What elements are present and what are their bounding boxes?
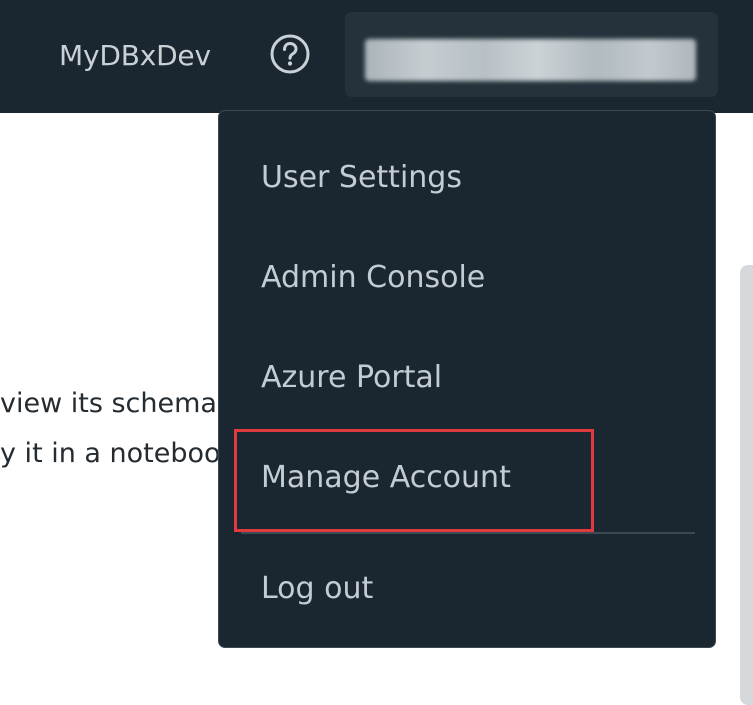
menu-item-user-settings[interactable]: User Settings xyxy=(261,158,462,198)
user-menu-button[interactable] xyxy=(345,12,718,97)
content-text-line-2: y it in a notebook xyxy=(0,438,237,469)
top-bar: MyDBxDev xyxy=(0,0,753,113)
question-circle-icon[interactable] xyxy=(269,33,311,75)
redacted-user-name xyxy=(365,39,696,81)
workspace-name[interactable]: MyDBxDev xyxy=(59,36,211,76)
scrollbar[interactable] xyxy=(740,265,753,705)
menu-divider xyxy=(241,532,695,534)
menu-item-log-out[interactable]: Log out xyxy=(261,569,373,609)
user-dropdown-menu: User Settings Admin Console Azure Portal… xyxy=(218,110,716,648)
content-text-line-1: view its schema xyxy=(0,388,217,419)
menu-item-manage-account[interactable]: Manage Account xyxy=(261,458,511,498)
menu-item-azure-portal[interactable]: Azure Portal xyxy=(261,358,442,398)
menu-item-admin-console[interactable]: Admin Console xyxy=(261,258,485,298)
